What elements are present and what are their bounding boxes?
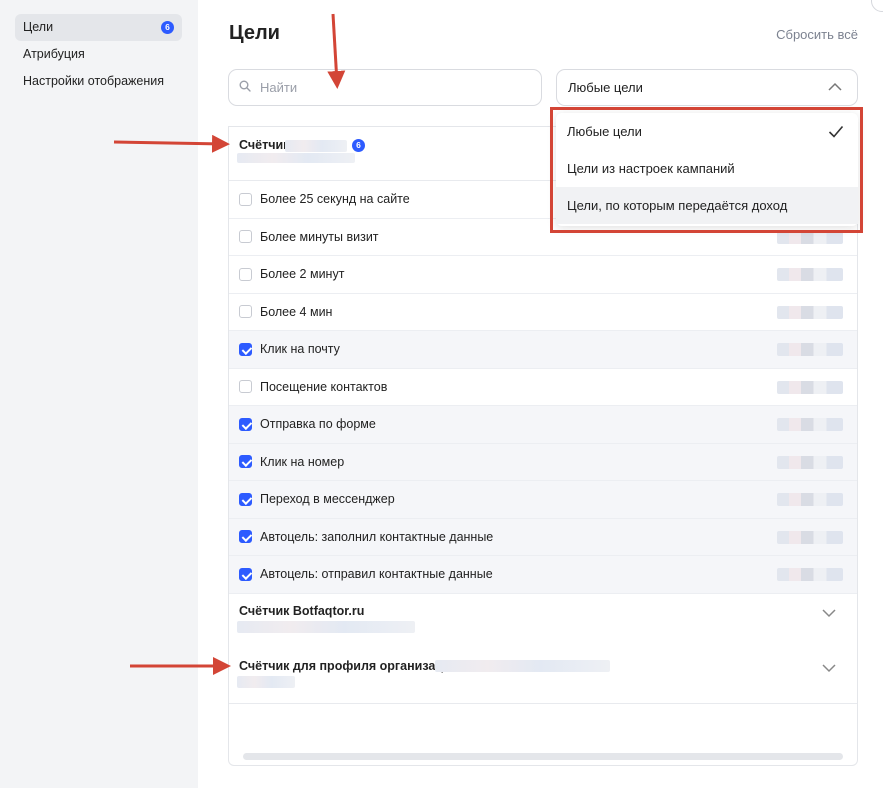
sidebar-item-label: Атрибуция bbox=[23, 47, 85, 61]
goal-label: Клик на почту bbox=[260, 342, 340, 357]
goal-label: Клик на номер bbox=[260, 454, 345, 469]
chevron-down-icon[interactable] bbox=[821, 663, 837, 673]
goal-label: Отправка по форме bbox=[260, 417, 376, 432]
filter-option-campaign-goals[interactable]: Цели из настроек кампаний bbox=[556, 150, 858, 187]
goal-checkbox[interactable] bbox=[239, 305, 252, 319]
redacted-counter-id bbox=[285, 140, 347, 152]
redacted-goal-stats bbox=[777, 455, 843, 469]
chevron-down-icon[interactable] bbox=[821, 608, 837, 618]
filter-selected-value: Любые цели bbox=[568, 80, 643, 95]
goal-row[interactable]: Более 2 минут bbox=[229, 256, 857, 294]
goal-label: Более 25 секунд на сайте bbox=[260, 192, 410, 207]
filter-option-revenue-goals[interactable]: Цели, по которым передаётся доход bbox=[556, 187, 858, 224]
search-icon bbox=[239, 80, 251, 92]
sidebar-item-label: Настройки отображения bbox=[23, 74, 165, 88]
goal-label: Более 4 мин bbox=[260, 304, 333, 319]
close-button[interactable] bbox=[871, 0, 883, 12]
goal-checkbox[interactable] bbox=[239, 417, 252, 431]
sidebar-item-goals[interactable]: Цели 6 bbox=[15, 14, 182, 41]
goal-row[interactable]: Отправка по форме bbox=[229, 406, 857, 444]
page-title: Цели bbox=[229, 22, 280, 44]
goals-filter-select[interactable]: Любые цели bbox=[556, 69, 858, 106]
goal-checkbox[interactable] bbox=[239, 455, 252, 469]
redacted-goal-stats bbox=[777, 343, 843, 356]
counter-botfaqtor[interactable]: Счётчик Botfaqtor.ru bbox=[229, 594, 857, 649]
goal-row[interactable]: Клик на номер bbox=[229, 443, 857, 481]
horizontal-scrollbar[interactable] bbox=[243, 753, 843, 760]
goal-checkbox[interactable] bbox=[239, 342, 252, 356]
main-content: Цели Сбросить всё Найти Любые цели Счётч… bbox=[198, 0, 883, 788]
goals-filter-dropdown: Любые цели Цели из настроек кампаний Цел… bbox=[556, 113, 858, 226]
selected-goals-badge: 6 bbox=[352, 139, 365, 152]
goal-label: Автоцель: заполнил контактные данные bbox=[260, 529, 494, 544]
search-input[interactable]: Найти bbox=[228, 69, 542, 106]
goal-row[interactable]: Клик на почту bbox=[229, 331, 857, 369]
goal-row[interactable]: Автоцель: отправил контактные данные bbox=[229, 556, 857, 594]
counter-organization-profile[interactable]: Счётчик для профиля организации bbox=[229, 649, 857, 704]
redacted-counter-id bbox=[237, 675, 295, 688]
redacted-goal-stats bbox=[777, 418, 843, 431]
goal-row[interactable]: Посещение контактов bbox=[229, 369, 857, 406]
goals-settings-window: Цели 6 Атрибуция Настройки отображения Ц… bbox=[0, 0, 883, 788]
goal-label: Более минуты визит bbox=[260, 229, 379, 244]
goal-checkbox[interactable] bbox=[239, 267, 252, 281]
goal-label: Переход в мессенджер bbox=[260, 492, 395, 507]
search-placeholder: Найти bbox=[260, 80, 298, 95]
goal-checkbox[interactable] bbox=[239, 530, 252, 544]
chevron-up-icon bbox=[828, 82, 842, 91]
redacted-goal-stats bbox=[777, 380, 843, 394]
goal-checkbox[interactable] bbox=[239, 380, 252, 394]
redacted-organization-name bbox=[435, 659, 610, 672]
redacted-goal-stats bbox=[777, 230, 843, 244]
sidebar-item-label: Цели bbox=[23, 20, 54, 34]
redacted-counter-url bbox=[237, 153, 355, 163]
counter-name: Счётчик Botfaqtor.ru bbox=[239, 603, 365, 618]
reset-all-button[interactable]: Сбросить всё bbox=[776, 27, 858, 42]
option-label: Любые цели bbox=[567, 124, 642, 139]
sidebar-item-display-settings[interactable]: Настройки отображения bbox=[15, 68, 182, 95]
goal-label: Более 2 минут bbox=[260, 267, 345, 282]
filter-option-any-goals[interactable]: Любые цели bbox=[556, 113, 858, 150]
goals-count-badge: 6 bbox=[161, 21, 174, 34]
option-label: Цели из настроек кампаний bbox=[567, 161, 735, 176]
goals-list: Более 25 секунд на сайте Более минуты виз… bbox=[229, 181, 857, 594]
redacted-counter-url bbox=[237, 620, 415, 633]
goal-label: Автоцель: отправил контактные данные bbox=[260, 567, 493, 582]
goal-checkbox[interactable] bbox=[239, 192, 252, 206]
checkmark-icon bbox=[828, 125, 844, 138]
goal-row[interactable]: Более 4 мин bbox=[229, 294, 857, 331]
redacted-goal-stats bbox=[777, 268, 843, 281]
sidebar: Цели 6 Атрибуция Настройки отображения bbox=[0, 0, 198, 788]
goal-label: Посещение контактов bbox=[260, 379, 388, 394]
goal-checkbox[interactable] bbox=[239, 492, 252, 506]
redacted-goal-stats bbox=[777, 530, 843, 544]
option-label: Цели, по которым передаётся доход bbox=[567, 198, 788, 213]
redacted-goal-stats bbox=[777, 493, 843, 506]
goal-checkbox[interactable] bbox=[239, 567, 252, 581]
sidebar-item-attribution[interactable]: Атрибуция bbox=[15, 41, 182, 68]
goal-checkbox[interactable] bbox=[239, 230, 252, 244]
redacted-goal-stats bbox=[777, 305, 843, 319]
redacted-goal-stats bbox=[777, 568, 843, 581]
goal-row[interactable]: Автоцель: заполнил контактные данные bbox=[229, 518, 857, 556]
goal-row[interactable]: Переход в мессенджер bbox=[229, 481, 857, 519]
